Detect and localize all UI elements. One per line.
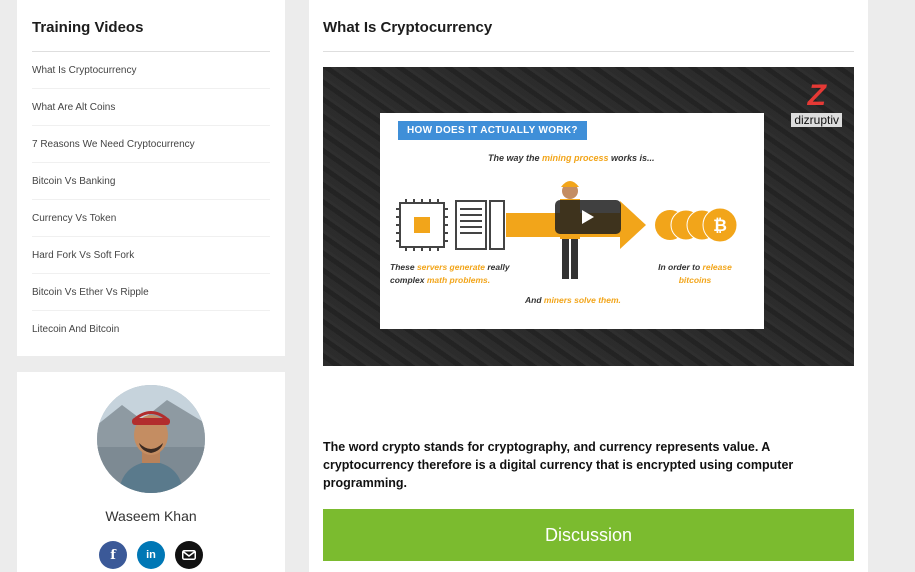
- slide-caption-right: In order to release bitcoins: [650, 261, 740, 287]
- video-list-item[interactable]: Bitcoin Vs Banking: [32, 163, 270, 200]
- slide-caption-bottom: And miners solve them.: [525, 295, 621, 305]
- video-list-item[interactable]: Bitcoin Vs Ether Vs Ripple: [32, 274, 270, 311]
- caption-bottom-prefix: And: [525, 295, 544, 305]
- social-links: f in: [17, 541, 285, 569]
- training-videos-panel: Training Videos What Is Cryptocurrency W…: [17, 0, 285, 356]
- facebook-glyph: f: [110, 547, 116, 563]
- video-list-item[interactable]: What Are Alt Coins: [32, 89, 270, 126]
- caption-left-highlight-2: math problems.: [426, 274, 491, 285]
- video-list-item[interactable]: What Is Cryptocurrency: [32, 52, 270, 89]
- video-content-panel: What Is Cryptocurrency Z dizruptiv HOW D…: [309, 0, 868, 572]
- linkedin-glyph: in: [146, 549, 156, 561]
- instructor-card: Waseem Khan f in: [17, 372, 285, 572]
- discussion-button[interactable]: Discussion: [323, 509, 854, 561]
- video-player[interactable]: Z dizruptiv HOW DOES IT ACTUALLY WORK? T…: [323, 67, 854, 366]
- chip-icon: [396, 199, 448, 251]
- sidebar-title: Training Videos: [32, 0, 270, 52]
- server-icon: [455, 200, 505, 250]
- video-list-item[interactable]: Litecoin And Bitcoin: [32, 311, 270, 348]
- instructor-name: Waseem Khan: [105, 508, 197, 524]
- avatar-photo: [97, 385, 205, 493]
- caption-left-highlight-1: servers generate: [416, 262, 485, 272]
- video-list-item[interactable]: Currency Vs Token: [32, 200, 270, 237]
- play-icon: [582, 210, 594, 224]
- video-list-item[interactable]: Hard Fork Vs Soft Fork: [32, 237, 270, 274]
- page-title: What Is Cryptocurrency: [323, 0, 854, 52]
- video-description: The word crypto stands for cryptography,…: [323, 440, 794, 491]
- play-button[interactable]: [555, 200, 621, 234]
- email-icon[interactable]: [175, 541, 203, 569]
- caption-right-prefix: In order to: [658, 262, 703, 272]
- svg-text:₿: ₿: [713, 216, 727, 236]
- bitcoin-coins-icon: ₿: [655, 207, 738, 243]
- channel-logo: Z: [807, 79, 826, 112]
- avatar: [97, 385, 205, 493]
- video-list-item[interactable]: 7 Reasons We Need Cryptocurrency: [32, 126, 270, 163]
- video-list: What Is Cryptocurrency What Are Alt Coin…: [32, 52, 270, 348]
- facebook-icon[interactable]: f: [99, 541, 127, 569]
- caption-left-prefix: These: [390, 262, 417, 272]
- caption-bottom-highlight: miners solve them.: [543, 295, 621, 305]
- slide-caption-left: These servers generate really complex ma…: [390, 261, 530, 287]
- envelope-icon: [182, 550, 196, 560]
- channel-logo-text: dizruptiv: [791, 113, 842, 127]
- linkedin-icon[interactable]: in: [137, 541, 165, 569]
